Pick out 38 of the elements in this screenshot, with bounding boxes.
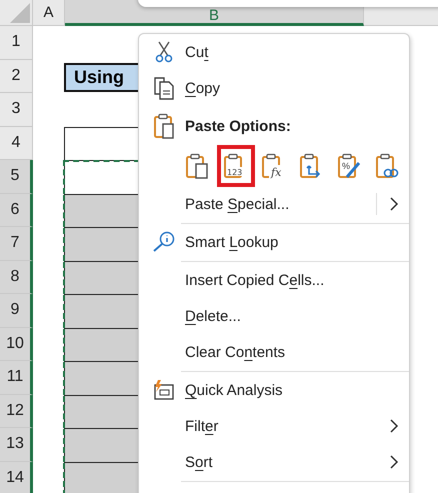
row-header[interactable]: 12 <box>0 394 33 428</box>
row-header[interactable]: 6 <box>0 194 33 227</box>
quick-analysis-icon <box>153 379 175 401</box>
row-header[interactable]: 1 <box>0 26 33 60</box>
clipboard-icon <box>185 152 211 180</box>
menu-item[interactable]: Insert Copied Cells... <box>139 262 409 298</box>
menu-item[interactable]: Copy <box>139 70 409 106</box>
scissors-icon <box>155 41 173 63</box>
table-cell: Using <box>64 62 138 92</box>
menu-item[interactable]: Paste Special... <box>139 186 409 222</box>
paste-option-button[interactable]: % <box>331 145 369 187</box>
row-header[interactable]: 3 <box>0 93 33 126</box>
search-icon <box>152 231 176 253</box>
row-header[interactable]: 2 <box>0 60 33 93</box>
row-header[interactable]: 5 <box>0 160 33 194</box>
menu-item[interactable]: Quick Analysis <box>139 372 409 408</box>
copy-icon <box>153 76 175 100</box>
row-header[interactable]: 11 <box>0 361 33 394</box>
paste-option-button[interactable]: fx <box>255 145 293 187</box>
column-header[interactable]: A <box>33 0 65 26</box>
menu-item[interactable]: Clear Contents <box>139 334 409 370</box>
menu-item[interactable]: Filter <box>139 408 409 444</box>
menu-item[interactable]: Sort <box>139 444 409 480</box>
menu-section-title: Paste Options: <box>185 118 291 134</box>
clipboard-link-icon <box>375 152 401 180</box>
menu-item[interactable]: Delete... <box>139 298 409 334</box>
row-header[interactable]: 14 <box>0 462 33 493</box>
row-header[interactable]: 9 <box>0 294 33 328</box>
triangle-icon <box>10 3 30 23</box>
paste-option-button[interactable]: 123 <box>217 145 255 187</box>
row-header[interactable]: 10 <box>0 328 33 361</box>
row-header[interactable]: 13 <box>0 428 33 462</box>
row-header[interactable]: 7 <box>0 227 33 260</box>
row-header[interactable]: 8 <box>0 260 33 294</box>
row-header[interactable]: 4 <box>0 126 33 160</box>
clipboard-icon <box>153 112 175 140</box>
menu-item[interactable]: Smart Lookup <box>139 224 409 260</box>
menu-item[interactable]: Cut <box>139 34 409 70</box>
